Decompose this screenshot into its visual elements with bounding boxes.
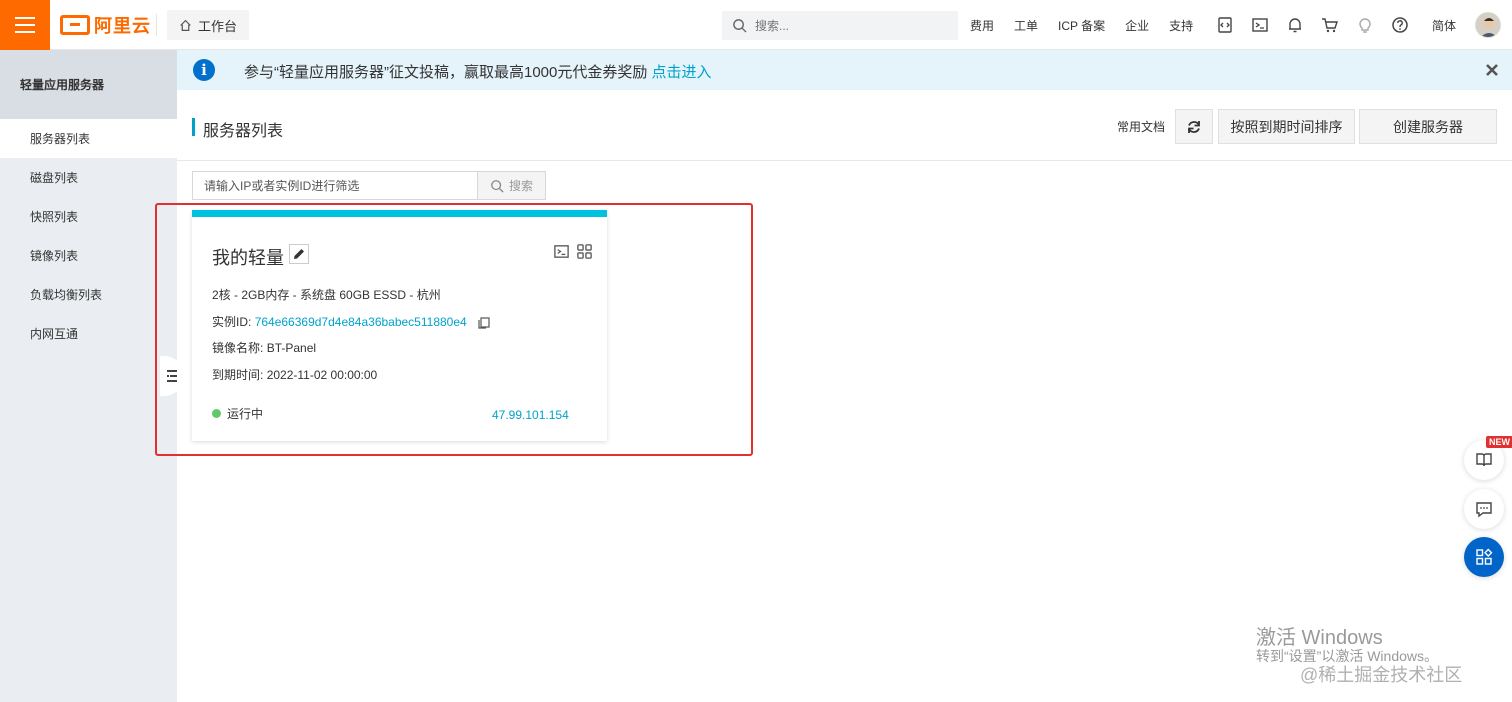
card-status-stripe: [192, 210, 607, 217]
sort-by-expire-button[interactable]: 按照到期时间排序: [1218, 109, 1355, 144]
title-accent-bar: [192, 118, 195, 136]
float-chat-button[interactable]: [1464, 489, 1504, 529]
docs-link[interactable]: 常用文档: [1117, 118, 1165, 135]
workbench-label: 工作台: [198, 18, 238, 34]
global-search-input[interactable]: [755, 18, 935, 33]
top-icons: [1216, 0, 1409, 50]
menu-icon-line: [15, 24, 35, 26]
filter-search-label: 搜索: [508, 179, 533, 193]
nav-support[interactable]: 支持: [1169, 17, 1193, 34]
sidebar-item-snapshot-list[interactable]: 快照列表: [0, 197, 177, 236]
server-card[interactable]: 我的轻量 2核 - 2GB内存 - 系统盘 60GB ESSD - 杭州 实例I…: [192, 210, 607, 441]
global-search[interactable]: [722, 11, 958, 40]
filter-search-button[interactable]: 搜索: [477, 171, 546, 200]
terminal-icon[interactable]: [553, 243, 570, 260]
edit-name-button[interactable]: [289, 244, 309, 264]
home-icon: [180, 19, 191, 31]
book-icon: [1476, 453, 1492, 467]
lightbulb-icon[interactable]: [1356, 16, 1374, 34]
close-icon[interactable]: [1484, 62, 1500, 78]
bell-icon[interactable]: [1286, 16, 1304, 34]
filter-input[interactable]: [192, 171, 478, 200]
sidebar-item-load-balancer-list[interactable]: 负载均衡列表: [0, 275, 177, 314]
instance-id-link[interactable]: 764e66369d7d4e84a36babec511880e4: [255, 315, 467, 329]
sidebar-item-server-list[interactable]: 服务器列表: [0, 119, 177, 158]
server-name[interactable]: 我的轻量: [212, 244, 284, 270]
code-icon[interactable]: [1216, 16, 1234, 34]
terminal-icon[interactable]: [1251, 16, 1269, 34]
top-nav: 费用 工单 ICP 备案 企业 支持: [970, 0, 1213, 50]
apps-icon: [1476, 548, 1493, 565]
aliyun-logo[interactable]: 阿里云: [60, 12, 151, 38]
divider: [156, 14, 157, 36]
status-dot: [212, 409, 221, 418]
pencil-icon: [294, 249, 304, 259]
info-icon: i: [193, 59, 215, 81]
card-actions: [553, 243, 593, 260]
status-text: 运行中: [227, 407, 264, 421]
logo-icon: [60, 15, 90, 35]
image-name-label: 镜像名称:: [212, 341, 264, 355]
app-grid-icon[interactable]: [576, 243, 593, 260]
image-name-value: BT-Panel: [266, 341, 317, 355]
workbench-button[interactable]: 工作台: [167, 10, 250, 40]
avatar[interactable]: [1475, 12, 1501, 38]
chat-icon: [1476, 502, 1492, 518]
page-header: 服务器列表 常用文档 按照到期时间排序 创建服务器: [177, 90, 1512, 161]
refresh-button[interactable]: [1175, 109, 1213, 144]
image-name-row: 镜像名称: BT-Panel: [212, 339, 316, 356]
sidebar-title: 轻量应用服务器: [0, 50, 177, 119]
menu-button[interactable]: [0, 0, 50, 50]
sidebar-item-image-list[interactable]: 镜像列表: [0, 236, 177, 275]
server-status: 运行中: [212, 405, 263, 422]
expire-time-label: 到期时间:: [212, 368, 264, 382]
sidebar-item-intranet[interactable]: 内网互通: [0, 314, 177, 353]
copy-icon[interactable]: [478, 317, 490, 329]
instance-id-row: 实例ID: 764e66369d7d4e84a36babec511880e4: [212, 313, 490, 330]
expire-time-row: 到期时间: 2022-11-02 00:00:00: [212, 366, 377, 383]
refresh-icon: [1188, 120, 1200, 133]
new-badge: NEW: [1486, 436, 1512, 448]
search-icon: [491, 179, 504, 193]
nav-icp[interactable]: ICP 备案: [1058, 17, 1105, 34]
nav-billing[interactable]: 费用: [970, 17, 994, 34]
notice-message: 参与“轻量应用服务器”征文投稿，赢取最高1000元代金券奖励: [244, 64, 648, 81]
page-title: 服务器列表: [203, 123, 284, 140]
top-bar: 阿里云 工作台 费用 工单 ICP 备案 企业 支持: [0, 0, 1512, 50]
juejin-watermark: @稀土掘金技术社区: [1300, 665, 1463, 685]
sidebar: 轻量应用服务器 服务器列表 磁盘列表 快照列表 镜像列表 负载均衡列表 内网互通: [0, 50, 177, 702]
nav-tickets[interactable]: 工单: [1014, 17, 1038, 34]
notice-link[interactable]: 点击进入: [652, 64, 712, 81]
expire-time-value: 2022-11-02 00:00:00: [266, 368, 378, 382]
nav-enterprise[interactable]: 企业: [1125, 17, 1149, 34]
help-icon[interactable]: [1391, 16, 1409, 34]
notice-banner: i 参与“轻量应用服务器”征文投稿，赢取最高1000元代金券奖励 点击进入: [177, 50, 1512, 90]
server-spec: 2核 - 2GB内存 - 系统盘 60GB ESSD - 杭州: [212, 288, 441, 302]
menu-icon-line: [15, 17, 35, 19]
cart-icon[interactable]: [1321, 16, 1339, 34]
float-apps-button[interactable]: [1464, 537, 1504, 577]
create-server-button[interactable]: 创建服务器: [1359, 109, 1497, 144]
language-switch[interactable]: 简体: [1432, 17, 1456, 34]
public-ip-link[interactable]: 47.99.101.154: [492, 408, 569, 422]
avatar-icon: [1476, 13, 1500, 37]
menu-icon-line: [15, 31, 35, 33]
sidebar-item-disk-list[interactable]: 磁盘列表: [0, 158, 177, 197]
logo-text: 阿里云: [94, 16, 151, 36]
instance-id-label: 实例ID:: [212, 315, 252, 329]
notice-text: 参与“轻量应用服务器”征文投稿，赢取最高1000元代金券奖励 点击进入: [244, 61, 712, 82]
search-icon: [733, 19, 747, 33]
